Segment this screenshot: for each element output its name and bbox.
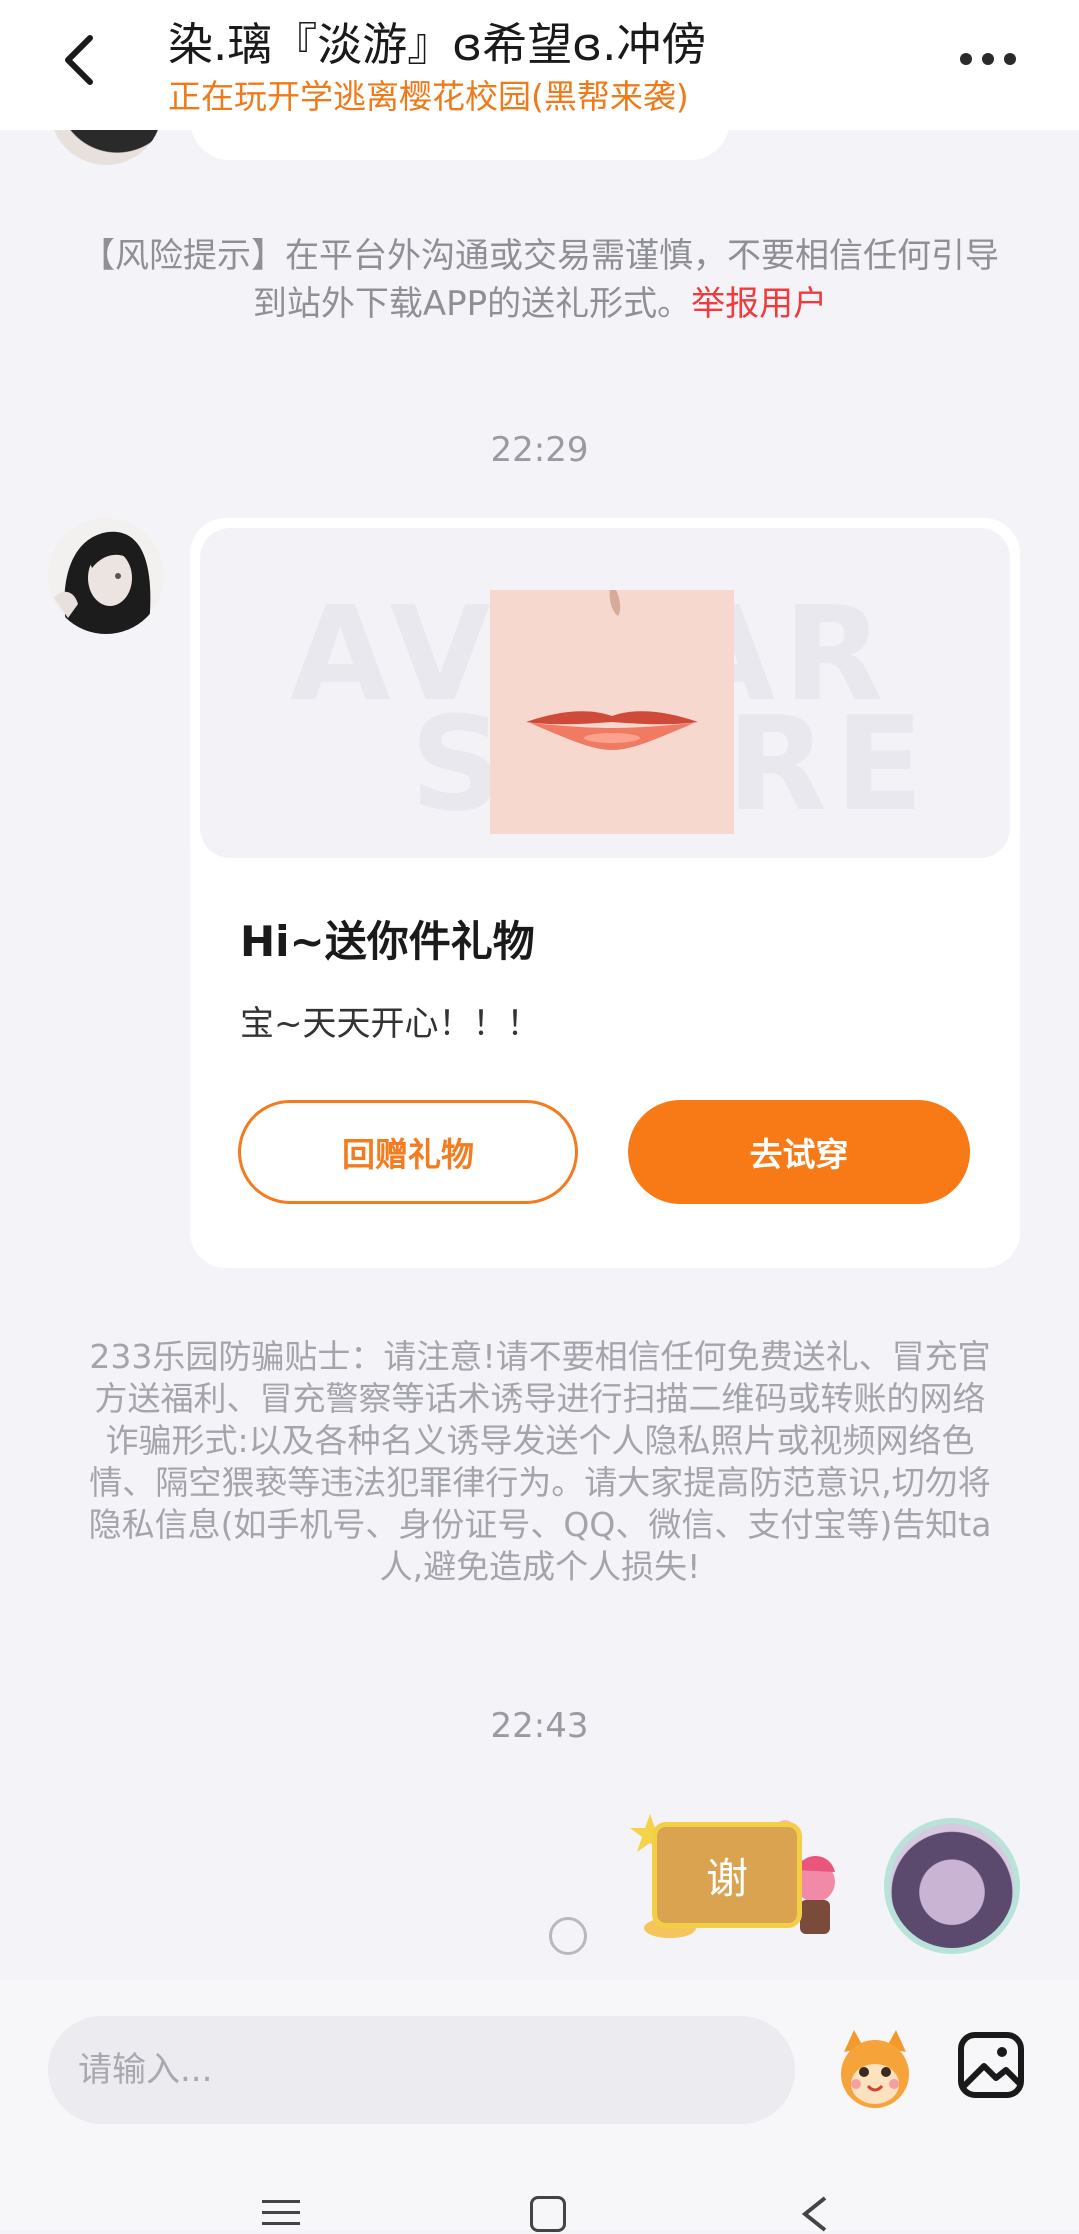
chat-title[interactable]: 染.璃『淡游』ɞ希望ɞ.冲傍	[168, 8, 706, 73]
nav-home-icon[interactable]	[530, 2196, 566, 2232]
input-bar	[0, 1980, 1079, 2234]
thanks-sticker[interactable]: 谢	[630, 1810, 845, 1940]
lips-illustration	[490, 590, 734, 834]
gift-card[interactable]: AVATAR STORE Hi~送你件礼物 宝~天天开心！！！ 回赠礼物 去试穿	[190, 518, 1020, 1268]
report-user-link[interactable]: 举报用户	[691, 284, 827, 324]
back-arrow-icon	[65, 35, 93, 85]
sender-avatar[interactable]	[48, 518, 164, 634]
try-on-button[interactable]: 去试穿	[628, 1100, 970, 1204]
loading-indicator	[549, 1917, 587, 1955]
chat-header: 染.璃『淡游』ɞ希望ɞ.冲傍 正在玩开学逃离樱花校园(黑帮来袭)	[0, 0, 1079, 130]
gift-message: 宝~天天开心！！！	[240, 1004, 541, 1044]
return-gift-button[interactable]: 回赠礼物	[238, 1100, 578, 1204]
gift-preview: AVATAR STORE	[200, 528, 1010, 858]
anti-fraud-notice: 233乐园防骗贴士：请注意!请不要相信任何免费送礼、冒充官方送福利、冒充警察等话…	[88, 1337, 992, 1586]
sticker-label: 谢	[652, 1822, 802, 1928]
message-input[interactable]	[48, 2016, 795, 2124]
gift-lips-image	[490, 590, 734, 834]
avatar-illustration	[48, 518, 164, 634]
gift-title: Hi~送你件礼物	[240, 917, 535, 966]
more-button[interactable]	[960, 42, 1030, 76]
nav-menu-icon[interactable]	[262, 2200, 300, 2233]
image-button[interactable]	[956, 2030, 1026, 2100]
risk-notice: 【风险提示】在平台外沟通或交易需谨慎，不要相信任何引导到站外下载APP的送礼形式…	[80, 232, 1000, 328]
risk-notice-text: 【风险提示】在平台外沟通或交易需谨慎，不要相信任何引导到站外下载APP的送礼形式…	[81, 236, 999, 324]
timestamp: 22:29	[490, 430, 589, 470]
playing-status[interactable]: 正在玩开学逃离樱花校园(黑帮来袭)	[168, 70, 689, 118]
more-icon	[960, 53, 972, 65]
system-nav-bar	[0, 2190, 1079, 2234]
my-avatar[interactable]	[884, 1818, 1020, 1954]
back-button[interactable]	[52, 30, 112, 90]
timestamp: 22:43	[490, 1706, 589, 1746]
nav-back-icon[interactable]	[795, 2194, 835, 2234]
image-icon	[958, 2032, 1024, 2098]
emoji-button[interactable]	[830, 2024, 920, 2114]
emoji-mascot-icon	[841, 2030, 909, 2108]
